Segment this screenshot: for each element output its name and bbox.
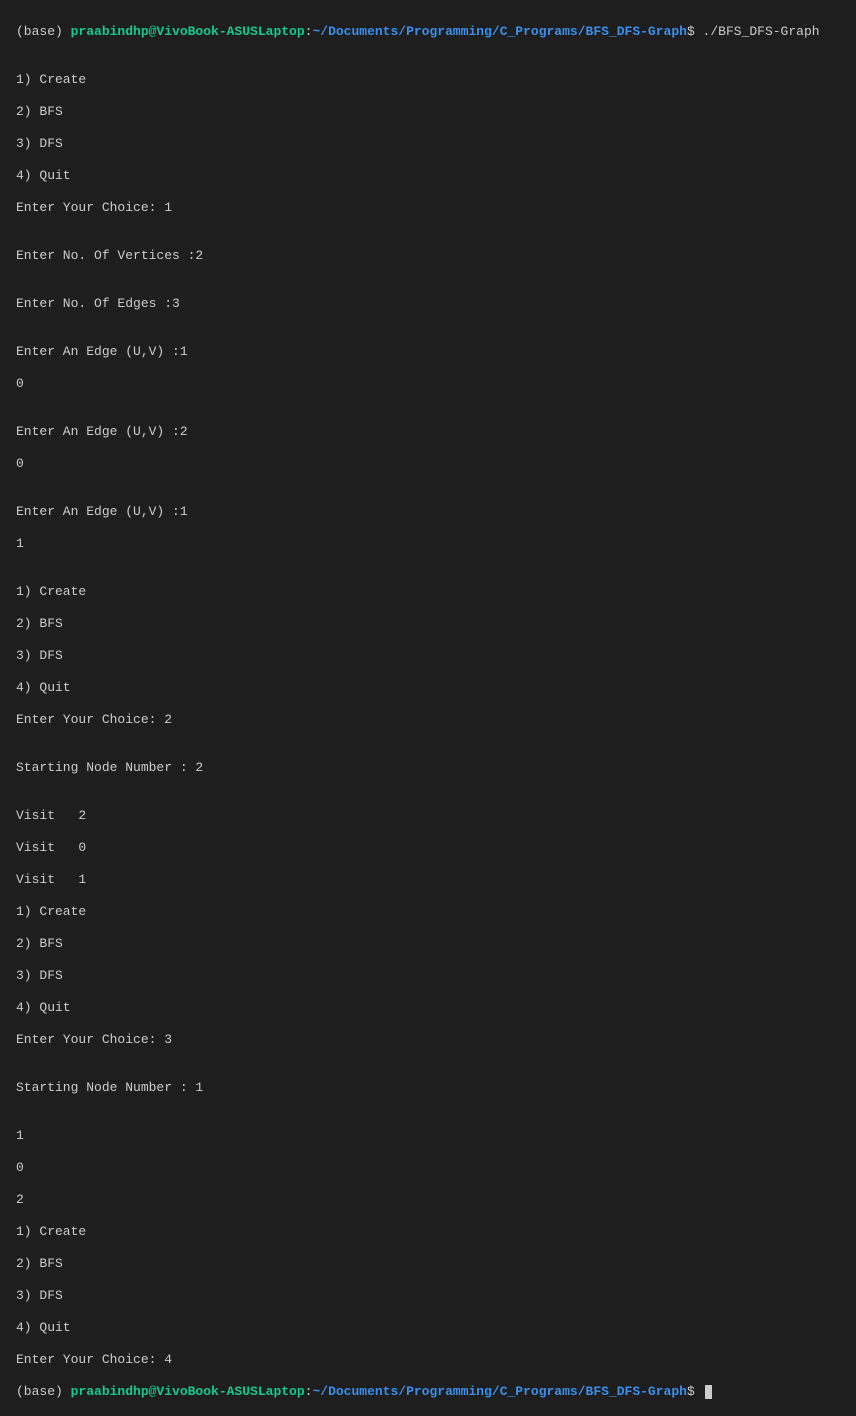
prompt-symbol: $ <box>687 24 703 39</box>
output-line: Enter No. Of Edges :3 <box>16 296 840 312</box>
env-prefix: (base) <box>16 24 71 39</box>
output-line: 4) Quit <box>16 1320 840 1336</box>
colon: : <box>305 1384 313 1399</box>
env-prefix: (base) <box>16 1384 71 1399</box>
output-line: Enter No. Of Vertices :2 <box>16 248 840 264</box>
terminal-output[interactable]: (base) praabindhp@VivoBook-ASUSLaptop:~/… <box>16 8 840 1416</box>
output-line: 4) Quit <box>16 680 840 696</box>
output-line: Visit 0 <box>16 840 840 856</box>
output-line: Enter Your Choice: 2 <box>16 712 840 728</box>
output-line: 2) BFS <box>16 616 840 632</box>
output-line: 0 <box>16 376 840 392</box>
prompt-symbol: $ <box>687 1384 703 1399</box>
output-line: 1) Create <box>16 904 840 920</box>
output-line: Visit 1 <box>16 872 840 888</box>
prompt-line-1: (base) praabindhp@VivoBook-ASUSLaptop:~/… <box>16 24 840 40</box>
user-host: praabindhp@VivoBook-ASUSLaptop <box>71 24 305 39</box>
output-line: 0 <box>16 456 840 472</box>
output-line: 4) Quit <box>16 1000 840 1016</box>
cwd-path: ~/Documents/Programming/C_Programs/BFS_D… <box>312 1384 686 1399</box>
output-line: Enter Your Choice: 1 <box>16 200 840 216</box>
output-line: Starting Node Number : 1 <box>16 1080 840 1096</box>
output-line: 3) DFS <box>16 1288 840 1304</box>
output-line: 3) DFS <box>16 648 840 664</box>
user-host: praabindhp@VivoBook-ASUSLaptop <box>71 1384 305 1399</box>
output-line: 4) Quit <box>16 168 840 184</box>
output-line: 1) Create <box>16 72 840 88</box>
output-line: 1 <box>16 536 840 552</box>
output-line: 1 <box>16 1128 840 1144</box>
output-line: 2) BFS <box>16 104 840 120</box>
cursor-icon <box>705 1385 712 1399</box>
output-line: Visit 2 <box>16 808 840 824</box>
output-line: Enter An Edge (U,V) :1 <box>16 504 840 520</box>
output-line: 2) BFS <box>16 936 840 952</box>
cwd-path: ~/Documents/Programming/C_Programs/BFS_D… <box>312 24 686 39</box>
output-line: 2 <box>16 1192 840 1208</box>
output-line: Enter An Edge (U,V) :2 <box>16 424 840 440</box>
output-line: 1) Create <box>16 1224 840 1240</box>
output-line: 3) DFS <box>16 136 840 152</box>
output-line: Enter Your Choice: 3 <box>16 1032 840 1048</box>
prompt-line-2: (base) praabindhp@VivoBook-ASUSLaptop:~/… <box>16 1384 840 1400</box>
output-line: 2) BFS <box>16 1256 840 1272</box>
output-line: 1) Create <box>16 584 840 600</box>
output-line: 3) DFS <box>16 968 840 984</box>
output-line: Enter An Edge (U,V) :1 <box>16 344 840 360</box>
command-text: ./BFS_DFS-Graph <box>703 24 820 39</box>
output-line: Starting Node Number : 2 <box>16 760 840 776</box>
output-line: Enter Your Choice: 4 <box>16 1352 840 1368</box>
output-line: 0 <box>16 1160 840 1176</box>
